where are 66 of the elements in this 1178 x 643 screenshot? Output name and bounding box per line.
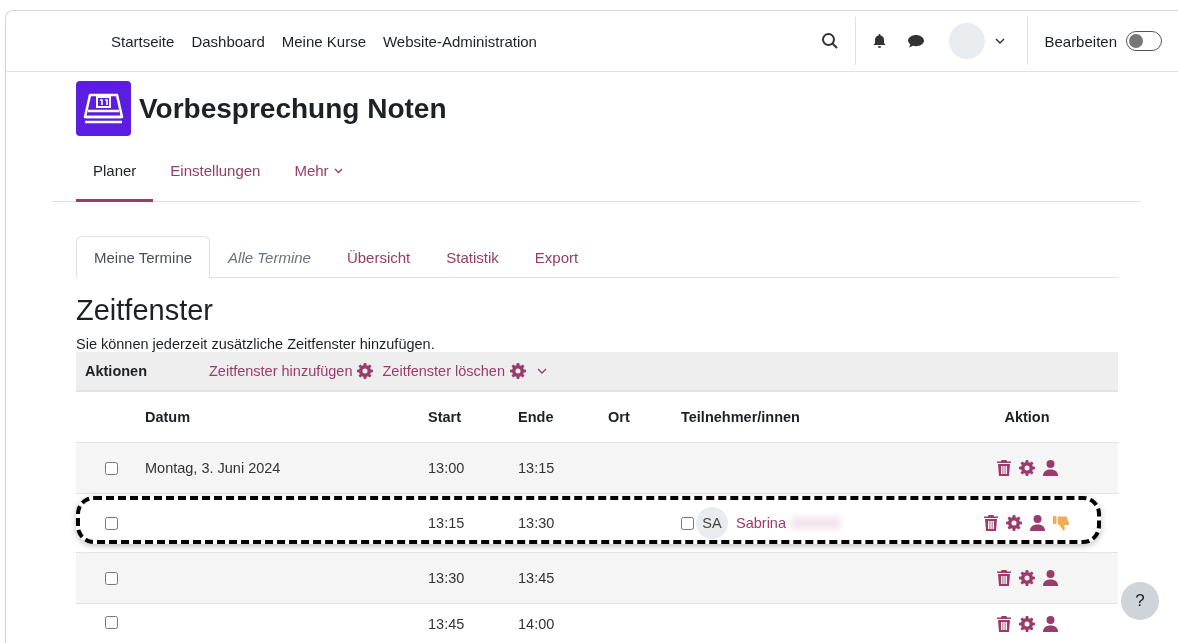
user-icon[interactable] <box>1030 515 1045 531</box>
caret-icon[interactable] <box>333 167 343 174</box>
end-time: 13:15 <box>518 460 555 476</box>
start-time: 13:15 <box>428 515 465 531</box>
course-nav-tab[interactable]: Mehr <box>277 146 360 202</box>
search-icon[interactable] <box>821 32 840 50</box>
actions-label: Aktionen <box>85 363 149 379</box>
user-icon[interactable] <box>1042 460 1058 476</box>
trash-icon[interactable] <box>996 460 1011 476</box>
course-title: Vorbesprechung Noten <box>139 92 447 125</box>
start-time: 13:45 <box>428 616 465 632</box>
gear-icon[interactable] <box>357 363 374 379</box>
gear-icon[interactable] <box>1006 515 1022 531</box>
end-time: 14:00 <box>518 616 555 632</box>
user-icon[interactable] <box>1042 570 1058 586</box>
column-header: Aktion <box>1003 409 1051 425</box>
nav-link[interactable]: Website-Administration <box>383 32 537 50</box>
blurred-surname <box>791 517 841 529</box>
edit-mode-label: Bearbeiten <box>1044 32 1117 50</box>
tab[interactable]: Meine Termine <box>76 236 211 278</box>
action-link[interactable]: Zeitfenster löschen <box>382 363 505 379</box>
nav-link[interactable]: Startseite <box>111 32 175 50</box>
thumbs-down-icon[interactable] <box>1053 515 1070 531</box>
caret-icon[interactable] <box>995 38 1006 44</box>
row-checkbox[interactable] <box>105 616 118 629</box>
help-button[interactable]: ? <box>1121 582 1159 620</box>
tab[interactable]: Alle Termine <box>210 236 329 278</box>
date-text: Montag, 3. Juni 2024 <box>145 460 281 476</box>
column-header: Datum <box>144 409 192 425</box>
tab[interactable]: Export <box>516 236 597 278</box>
participant-link[interactable]: Sabrina <box>736 515 786 531</box>
section-heading: Zeitfenster <box>76 293 214 328</box>
nav-link[interactable]: Dashboard <box>191 32 265 50</box>
chat-icon[interactable] <box>907 33 926 49</box>
column-header: Teilnehmer/innen <box>680 409 801 425</box>
calendar-icon <box>76 81 131 136</box>
trash-icon[interactable] <box>984 515 998 531</box>
column-header: Start <box>427 409 463 425</box>
start-time: 13:00 <box>428 460 465 476</box>
end-time: 13:45 <box>518 570 555 586</box>
nav-link[interactable]: Meine Kurse <box>281 32 366 50</box>
tab[interactable]: Übersicht <box>328 236 429 278</box>
action-link[interactable]: Zeitfenster hinzufügen <box>209 363 353 379</box>
tab[interactable]: Statistik <box>428 236 517 278</box>
bell-icon[interactable] <box>872 33 888 49</box>
row-checkbox[interactable] <box>105 571 118 585</box>
user-icon[interactable] <box>1042 616 1058 632</box>
gear-icon[interactable] <box>1018 616 1035 632</box>
row-checkbox[interactable] <box>105 461 118 475</box>
gear-icon[interactable] <box>1018 570 1035 586</box>
gear-icon[interactable] <box>1018 460 1035 476</box>
caret-icon[interactable] <box>537 368 547 374</box>
column-header: Ende <box>517 409 555 425</box>
column-header: Ort <box>607 409 631 425</box>
start-time: 13:30 <box>428 570 465 586</box>
gear-icon[interactable] <box>510 363 526 379</box>
participant-avatar: SA <box>696 507 728 539</box>
trash-icon[interactable] <box>996 570 1011 586</box>
intro-text: Sie können jederzeit zusätzliche Zeitfenster hinzufügen. <box>76 336 436 352</box>
course-nav-tab[interactable]: Einstellungen <box>153 146 278 202</box>
course-nav-tab[interactable]: Planer <box>76 146 154 202</box>
end-time: 13:30 <box>518 515 555 531</box>
participant-checkbox[interactable] <box>681 516 694 530</box>
row-checkbox[interactable] <box>105 516 118 530</box>
trash-icon[interactable] <box>996 616 1011 632</box>
edit-mode-toggle[interactable] <box>1126 31 1162 51</box>
